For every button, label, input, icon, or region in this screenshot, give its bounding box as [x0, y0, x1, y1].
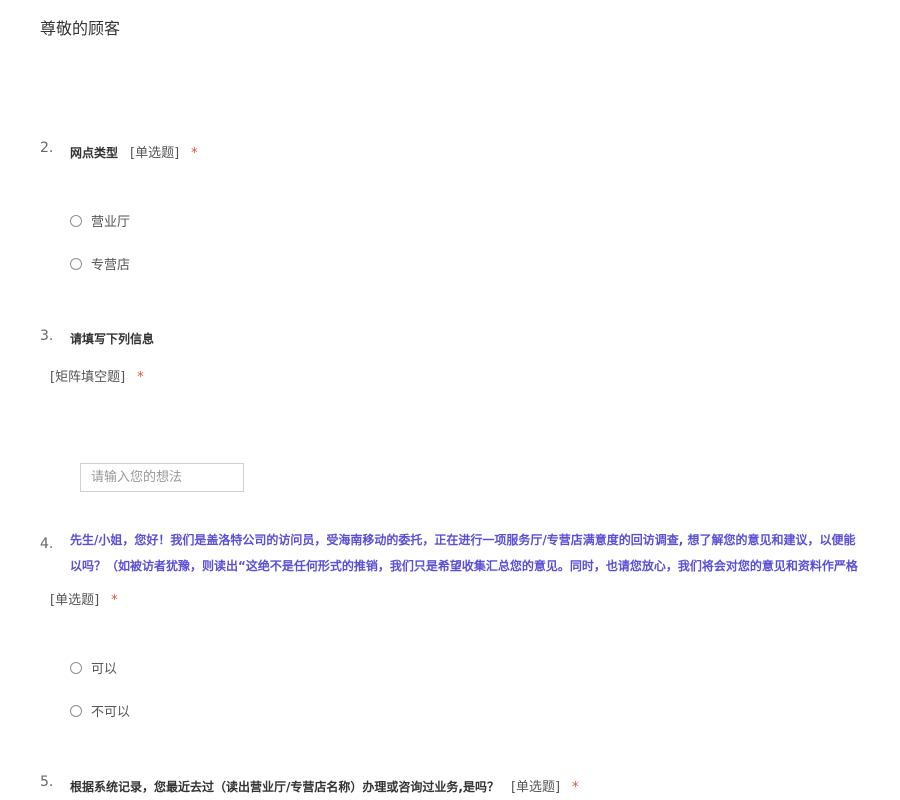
question-4-number: 4.: [40, 536, 54, 552]
question-4-required-mark: *: [111, 593, 118, 608]
question-4-title-line-1: 先生/小姐，您好！我们是盖洛特公司的访问员，受海南移动的委托，正在进行一项服务厅…: [70, 533, 856, 547]
question-4-option-2[interactable]: 不可以: [70, 701, 130, 720]
question-2-type: [单选题]: [130, 146, 180, 161]
question-3-text-input[interactable]: [80, 463, 244, 492]
question-3-type: [矩阵填空题]: [50, 370, 126, 385]
question-4-type: [单选题]: [50, 593, 100, 608]
question-3-number: 3.: [40, 328, 54, 344]
question-2-required-mark: *: [191, 146, 198, 161]
option-label: 营业厅: [91, 215, 131, 230]
option-label: 不可以: [91, 705, 131, 720]
option-label: 专营店: [91, 258, 131, 273]
option-label: 可以: [91, 662, 118, 677]
question-5-number: 5.: [40, 774, 54, 790]
radio-button[interactable]: [70, 661, 82, 674]
question-4-title-line-2: 以吗？（如被访者犹豫，则读出“这绝不是任何形式的推销，我们只是希望收集汇总您的意…: [70, 559, 858, 573]
question-3-required-mark: *: [137, 370, 144, 385]
question-2-option-1[interactable]: 营业厅: [70, 211, 130, 230]
greeting-text: 尊敬的顾客: [40, 19, 121, 38]
question-2-number: 2.: [40, 140, 54, 156]
question-3-title: 请填写下列信息: [70, 332, 155, 346]
question-5-required-mark: *: [572, 780, 579, 795]
question-2-option-2[interactable]: 专营店: [70, 254, 130, 273]
radio-button[interactable]: [70, 214, 82, 227]
question-4-option-1[interactable]: 可以: [70, 658, 117, 677]
question-5-type: [单选题]: [510, 780, 561, 795]
question-2-title: 网点类型: [70, 146, 119, 160]
question-5-title: 根据系统记录，您最近去过（读出营业厅/专营店名称）办理或咨询过业务,是吗？: [70, 780, 499, 794]
radio-button[interactable]: [70, 704, 82, 717]
question-3-type-row: [矩阵填空题] *: [50, 366, 144, 385]
question-2-title-row: 网点类型 [单选题] *: [70, 142, 198, 161]
question-5-title-row: 根据系统记录，您最近去过（读出营业厅/专营店名称）办理或咨询过业务,是吗？ [单选…: [70, 776, 579, 795]
radio-button[interactable]: [70, 257, 82, 270]
question-4-type-row: [单选题] *: [50, 589, 118, 608]
